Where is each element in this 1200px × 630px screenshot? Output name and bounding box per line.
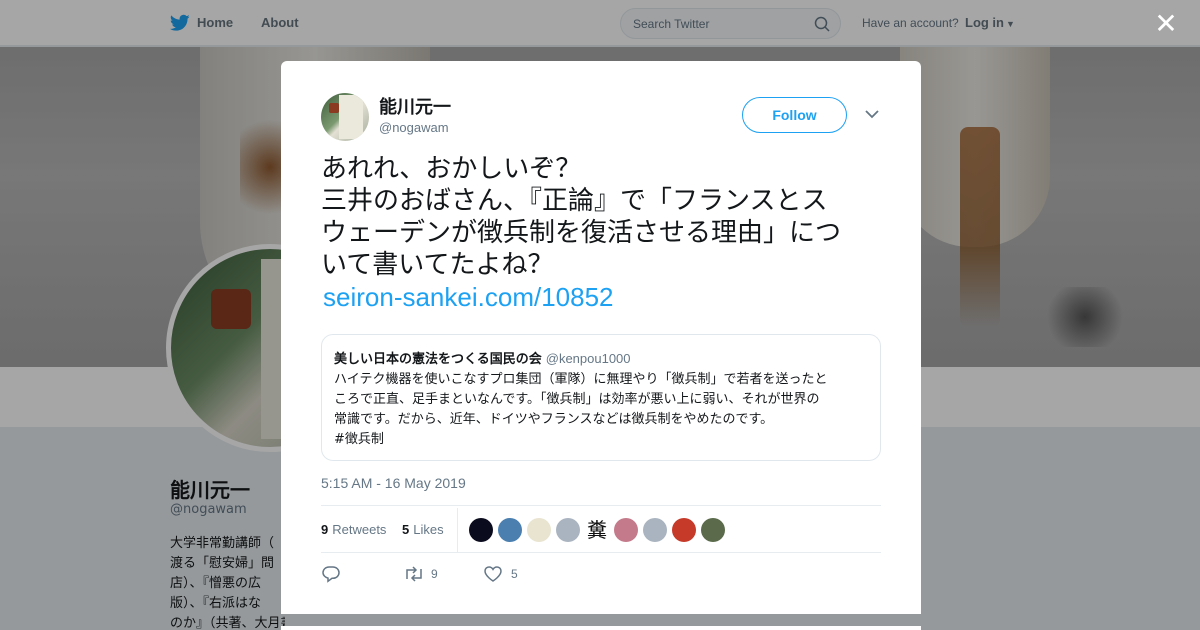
tweet-timestamp[interactable]: 5:15 AM - 16 May 2019 [321, 475, 466, 491]
quoted-author-handle: @kenpou1000 [545, 351, 631, 366]
stats-divider [457, 508, 458, 552]
quoted-text-line: ころで正直、足手まといなんです。「徴兵制」は効率が悪い上に弱い、それが世界の [334, 392, 820, 407]
liker-avatar[interactable] [643, 518, 667, 542]
caret-down-icon[interactable] [863, 107, 881, 121]
likes-label: Likes [413, 522, 444, 537]
tweet-author-name[interactable]: 能川元一 [379, 93, 451, 119]
tweet-stats: 9 Retweets 5 Likes 糞 [321, 505, 881, 553]
tweet-modal: 能川元一 @nogawam Follow あれれ、おかしいぞ？ 三井のおばさん、… [281, 61, 921, 614]
likes-count: 5 [402, 522, 410, 537]
liker-avatar[interactable] [614, 518, 638, 542]
liker-avatar[interactable] [672, 518, 696, 542]
tweet-author-avatar[interactable] [321, 93, 369, 141]
avatar-photo-shape [339, 95, 363, 139]
tweet-text-line: いて書いてたよね？ [321, 250, 554, 280]
retweet-icon [406, 566, 422, 582]
retweets-count: 9 [321, 522, 329, 537]
quoted-text: ハイテク機器を使いこなすプロ集団（軍隊）に無理やり「徴兵制」で若者を送ったと こ… [334, 370, 874, 450]
reply-icon [322, 566, 340, 583]
quoted-text-line: ハイテク機器を使いこなすプロ集団（軍隊）に無理やり「徴兵制」で若者を送ったと [334, 372, 828, 387]
follow-button[interactable]: Follow [742, 97, 847, 133]
liker-avatar[interactable]: 糞 [585, 518, 609, 542]
like-count: 5 [511, 567, 518, 581]
avatar-photo-shape [329, 103, 339, 113]
retweet-count: 9 [431, 567, 438, 581]
quoted-tweet[interactable]: 美しい日本の憲法をつくる国民の会 @kenpou1000 ハイテク機器を使いこなす… [321, 334, 881, 461]
quoted-author: 美しい日本の憲法をつくる国民の会 @kenpou1000 [334, 348, 631, 367]
tweet-text-line: 三井のおばさん、『正論』で「フランスとス [321, 186, 828, 216]
heart-icon [484, 566, 502, 582]
tweet-link[interactable]: seiron-sankei.com/10852 [321, 281, 887, 313]
quoted-author-name: 美しい日本の憲法をつくる国民の会 [334, 352, 542, 367]
quoted-text-line: 常識です。だから、近年、ドイツやフランスなどは徴兵制をやめたのです。 [334, 412, 774, 427]
tweet-actions: 9 5 [321, 564, 881, 588]
liker-avatar[interactable] [527, 518, 551, 542]
tweet-text-line: ウェーデンが徴兵制を復活させる理由」につ [321, 218, 842, 248]
retweets-label: Retweets [332, 522, 387, 537]
liker-avatar[interactable] [701, 518, 725, 542]
likes-stat[interactable]: 5 Likes [402, 522, 444, 537]
close-icon[interactable]: ✕ [1154, 10, 1178, 38]
tweet-text: あれれ、おかしいぞ？ 三井のおばさん、『正論』で「フランスとス ウェーデンが徴兵… [321, 153, 887, 313]
liker-avatar[interactable] [498, 518, 522, 542]
tweet-text-line: あれれ、おかしいぞ？ [321, 154, 582, 184]
quoted-hashtag[interactable]: #徴兵制 [334, 430, 874, 450]
modal-footer-edge [281, 626, 921, 630]
retweets-stat[interactable]: 9 Retweets [321, 522, 386, 537]
liker-avatar[interactable] [469, 518, 493, 542]
liker-avatar[interactable] [556, 518, 580, 542]
tweet-author-handle[interactable]: @nogawam [379, 120, 449, 135]
